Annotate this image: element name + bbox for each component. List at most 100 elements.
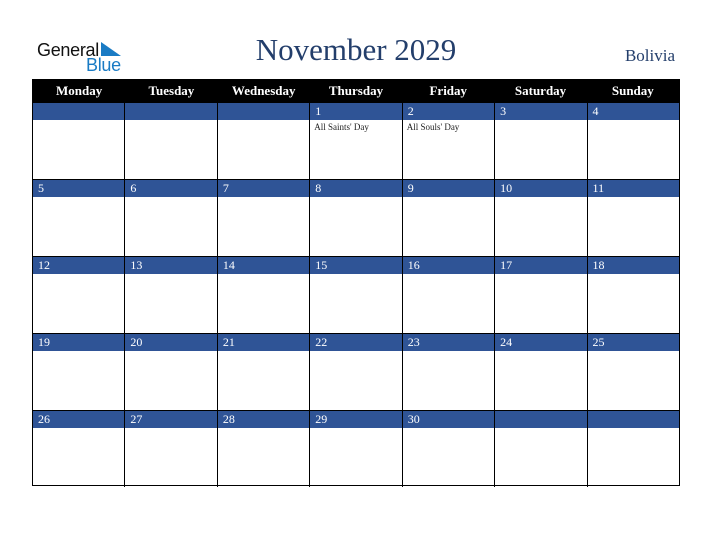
- weekday-sunday: Sunday: [611, 83, 654, 98]
- day-cell: 5: [33, 179, 126, 256]
- day-number: 14: [217, 256, 310, 274]
- holiday-label: [403, 274, 494, 276]
- day-number: 3: [495, 102, 587, 120]
- day-number: 26: [33, 410, 125, 428]
- day-cell: 26: [33, 410, 126, 487]
- day-cell: 10: [495, 179, 588, 256]
- day-cell: 15: [310, 256, 403, 333]
- day-cell: 3: [495, 102, 588, 179]
- day-cell: 11: [587, 179, 679, 256]
- day-number: 15: [310, 256, 402, 274]
- holiday-label: [495, 351, 586, 353]
- day-cell: 13: [125, 256, 218, 333]
- day-number: 2: [402, 102, 495, 120]
- weekday-friday: Friday: [429, 83, 468, 98]
- day-cell: 17: [495, 256, 588, 333]
- holiday-label: [125, 120, 216, 122]
- weekday-header: Monday Tuesday Wednesday Thursday Friday…: [33, 80, 679, 102]
- day-cell: 14: [217, 256, 311, 333]
- day-number: 27: [125, 410, 217, 428]
- weekday-monday: Monday: [56, 83, 103, 98]
- holiday-label: [588, 197, 679, 199]
- holiday-label: [125, 428, 216, 430]
- day-number: [125, 102, 217, 120]
- day-number: 29: [310, 410, 402, 428]
- day-number: 20: [125, 333, 217, 351]
- day-cell: 28: [217, 410, 311, 487]
- holiday-label: [310, 351, 401, 353]
- day-number: 5: [33, 179, 125, 197]
- day-number: 12: [33, 256, 125, 274]
- day-number: [217, 102, 310, 120]
- holiday-label: [310, 428, 401, 430]
- holiday-label: [218, 351, 309, 353]
- holiday-label: [588, 428, 679, 430]
- holiday-label: [495, 120, 586, 122]
- holiday-label: [588, 120, 679, 122]
- holiday-label: [218, 428, 309, 430]
- day-cell: 4: [587, 102, 679, 179]
- day-cell: [495, 410, 588, 487]
- day-cell: 21: [217, 333, 311, 410]
- holiday-label: [403, 197, 494, 199]
- day-number: 9: [402, 179, 495, 197]
- week-row: 19 20 21 22 23 24 25: [33, 333, 679, 410]
- day-cell: 30: [402, 410, 496, 487]
- day-cell: 9: [402, 179, 496, 256]
- day-cell: 8: [310, 179, 403, 256]
- day-cell: 27: [125, 410, 218, 487]
- day-number: 8: [310, 179, 402, 197]
- day-number: 22: [310, 333, 402, 351]
- week-row: 5 6 7 8 9 10 11: [33, 179, 679, 256]
- day-number: 1: [310, 102, 402, 120]
- day-cell: 16: [402, 256, 496, 333]
- day-cell: 6: [125, 179, 218, 256]
- holiday-label: [218, 197, 309, 199]
- holiday-label: [218, 120, 309, 122]
- day-cell: 22: [310, 333, 403, 410]
- day-cell: 20: [125, 333, 218, 410]
- day-cell: [33, 102, 126, 179]
- country-label: Bolivia: [624, 46, 675, 65]
- week-row: 12 13 14 15 16 17 18: [33, 256, 679, 333]
- holiday-label: [588, 274, 679, 276]
- day-cell: [217, 102, 311, 179]
- holiday-label: [125, 274, 216, 276]
- day-number: 17: [495, 256, 587, 274]
- week-row: 26 27 28 29 30: [33, 410, 679, 487]
- calendar-title: November 2029: [255, 32, 457, 67]
- day-number: 10: [495, 179, 587, 197]
- day-number: 30: [402, 410, 495, 428]
- calendar-grid: Monday Tuesday Wednesday Thursday Friday…: [32, 79, 680, 487]
- day-number: 18: [587, 256, 679, 274]
- day-cell: 1 All Saints' Day: [310, 102, 403, 179]
- day-number: 19: [33, 333, 125, 351]
- day-number: [495, 410, 587, 428]
- day-number: 7: [217, 179, 310, 197]
- day-number: 11: [587, 179, 679, 197]
- holiday-label: [588, 351, 679, 353]
- weekday-thursday: Thursday: [328, 83, 384, 98]
- holiday-label: [495, 428, 586, 430]
- day-number: 24: [495, 333, 587, 351]
- day-number: 6: [125, 179, 217, 197]
- holiday-label: [310, 197, 401, 199]
- day-number: 23: [402, 333, 495, 351]
- day-cell: 18: [587, 256, 679, 333]
- day-number: 13: [125, 256, 217, 274]
- holiday-label: [403, 351, 494, 353]
- day-cell: 19: [33, 333, 126, 410]
- weeks-container: 1 All Saints' Day 2 All Souls' Day 3 4 5 6 7 8 9 10…: [33, 102, 679, 487]
- holiday-label: [33, 428, 124, 430]
- holiday-label: [310, 274, 401, 276]
- holiday-label: All Souls' Day: [406, 122, 460, 132]
- day-cell: 2 All Souls' Day: [402, 102, 496, 179]
- day-cell: 23: [402, 333, 496, 410]
- day-cell: 24: [495, 333, 588, 410]
- holiday-label: [403, 428, 494, 430]
- day-number: 25: [587, 333, 679, 351]
- day-cell: 25: [587, 333, 679, 410]
- holiday-label: [125, 197, 216, 199]
- day-cell: 29: [310, 410, 403, 487]
- day-cell: 12: [33, 256, 126, 333]
